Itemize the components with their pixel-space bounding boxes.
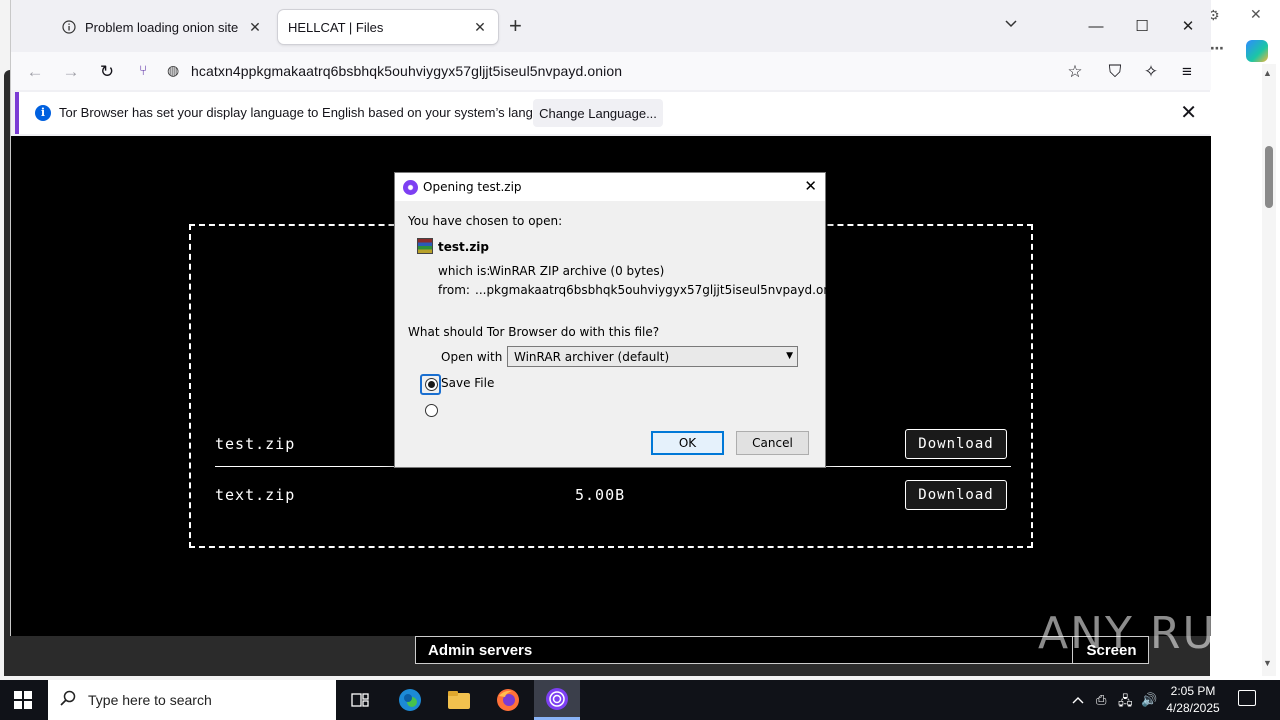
firefox-icon[interactable] bbox=[485, 680, 531, 720]
tab-bar: Problem loading onion site ✕ HELLCAT | F… bbox=[11, 0, 1211, 52]
dialog-close-icon[interactable]: ✕ bbox=[804, 177, 817, 195]
chevron-down-icon[interactable] bbox=[1005, 17, 1017, 31]
open-file-dialog: Opening test.zip ✕ You have chosen to op… bbox=[394, 172, 849, 468]
background-scroll-thumb[interactable] bbox=[1265, 146, 1273, 208]
maximize-icon[interactable]: ☐ bbox=[1119, 12, 1165, 40]
which-is-label: which is: bbox=[438, 264, 491, 278]
dialog-filename: test.zip bbox=[438, 240, 489, 254]
notification-message: Tor Browser has set your display languag… bbox=[59, 105, 566, 120]
info-icon: i bbox=[35, 105, 51, 121]
url-bar[interactable]: ⑂ ◍ hcatxn4ppkgmakaatrq6bsbhqk5ouhviygyx… bbox=[131, 55, 1111, 85]
which-is-value: WinRAR ZIP archive (0 bytes) bbox=[489, 264, 665, 278]
anyrun-watermark: ANY RUN bbox=[1038, 608, 1252, 659]
file-explorer-icon[interactable] bbox=[436, 680, 482, 720]
back-arrow-icon[interactable]: ← bbox=[21, 58, 49, 86]
open-with-app-select[interactable]: WinRAR archiver (default) ▼ bbox=[507, 346, 798, 367]
notification-center-icon[interactable] bbox=[1238, 690, 1256, 706]
file-size: 5.00B bbox=[575, 486, 626, 504]
tab-close-icon[interactable]: ✕ bbox=[247, 19, 263, 36]
tor-browser-taskbar-icon[interactable] bbox=[534, 680, 580, 720]
tab-title: HELLCAT | Files bbox=[288, 19, 384, 35]
cancel-button[interactable]: Cancel bbox=[736, 431, 809, 455]
taskbar: Type here to search ⎙ 🖧 🔊 2:05 PM 4/28/2… bbox=[0, 680, 1280, 720]
network-icon[interactable]: 🖧 bbox=[1118, 692, 1133, 714]
new-identity-broom-icon[interactable]: ✧ bbox=[1137, 58, 1165, 86]
forward-arrow-icon[interactable]: → bbox=[57, 58, 85, 86]
navigation-bar: ← → ↻ ⑂ ◍ hcatxn4ppkgmakaatrq6bsbhqk5ouh… bbox=[11, 52, 1211, 90]
dialog-title: Opening test.zip bbox=[423, 180, 522, 194]
windows-start-icon[interactable] bbox=[14, 691, 32, 709]
ok-button[interactable]: OK bbox=[651, 431, 724, 455]
taskbar-search-box[interactable]: Type here to search bbox=[48, 680, 336, 720]
onion-lock-icon[interactable]: ◍ bbox=[167, 62, 179, 79]
shield-icon[interactable]: ⛉ bbox=[1101, 58, 1129, 86]
reload-icon[interactable]: ↻ bbox=[93, 58, 121, 86]
from-label: from: bbox=[438, 283, 470, 297]
device-icon[interactable]: ⎙ bbox=[1096, 692, 1106, 708]
chevron-down-icon: ▼ bbox=[786, 351, 793, 361]
tab-title: Problem loading onion site bbox=[85, 19, 239, 35]
tor-circuit-icon[interactable]: ⑂ bbox=[139, 62, 147, 78]
url-text[interactable]: hcatxn4ppkgmakaatrq6bsbhqk5ouhviygyx57gl… bbox=[191, 63, 622, 79]
from-value: ...pkgmakaatrq6bsbhqk5ouhviygyx57gljjt5i… bbox=[475, 283, 850, 297]
clock-date: 4/28/2025 bbox=[1166, 701, 1220, 715]
search-placeholder: Type here to search bbox=[88, 692, 212, 708]
window-close-icon[interactable]: ✕ bbox=[1165, 12, 1211, 40]
search-icon bbox=[60, 690, 76, 711]
copilot-icon[interactable] bbox=[1246, 40, 1268, 62]
save-file-label[interactable]: Save File bbox=[441, 376, 494, 390]
dialog-titlebar: Opening test.zip ✕ bbox=[395, 173, 825, 201]
save-file-radio[interactable] bbox=[425, 404, 438, 417]
more-options-icon[interactable]: ⋯ bbox=[1210, 40, 1224, 57]
dialog-body: You have chosen to open: test.zip which … bbox=[395, 201, 849, 467]
dialog-question: What should Tor Browser do with this fil… bbox=[408, 325, 660, 339]
file-row: text.zip 5.00B Download bbox=[215, 480, 1011, 510]
change-language-button[interactable]: Change Language... bbox=[533, 99, 663, 127]
task-view-icon[interactable] bbox=[337, 680, 383, 720]
tor-browser-icon bbox=[403, 180, 418, 195]
tab-hellcat-files[interactable]: HELLCAT | Files ✕ bbox=[278, 10, 498, 44]
open-with-radio[interactable] bbox=[425, 378, 438, 391]
clock-time: 2:05 PM bbox=[1170, 684, 1216, 698]
minimize-icon[interactable]: — bbox=[1073, 12, 1119, 40]
file-name: text.zip bbox=[215, 486, 296, 504]
open-with-label[interactable]: Open with bbox=[441, 350, 502, 364]
download-button[interactable]: Download bbox=[905, 429, 1007, 459]
language-notification-bar: i Tor Browser has set your display langu… bbox=[15, 92, 1211, 134]
volume-icon[interactable]: 🔊 bbox=[1141, 692, 1157, 708]
new-tab-icon[interactable]: + bbox=[509, 14, 522, 38]
chevron-up-icon[interactable] bbox=[1072, 692, 1084, 707]
info-icon bbox=[61, 19, 77, 35]
tab-problem-loading[interactable]: Problem loading onion site ✕ bbox=[51, 10, 273, 44]
download-button[interactable]: Download bbox=[905, 480, 1007, 510]
system-clock[interactable]: 2:05 PM 4/28/2025 bbox=[1158, 683, 1228, 717]
dialog-intro: You have chosen to open: bbox=[408, 214, 563, 228]
file-name: test.zip bbox=[215, 435, 296, 453]
hamburger-menu-icon[interactable]: ≡ bbox=[1173, 58, 1201, 86]
open-with-app-value: WinRAR archiver (default) bbox=[514, 350, 670, 364]
winrar-archive-icon bbox=[417, 238, 433, 254]
tab-close-icon[interactable]: ✕ bbox=[472, 19, 488, 36]
close-icon[interactable]: ✕ bbox=[1250, 6, 1262, 23]
admin-servers-label: Admin servers bbox=[428, 642, 533, 659]
scroll-up-arrow-icon[interactable]: ▲ bbox=[1263, 68, 1272, 78]
edge-browser-icon[interactable] bbox=[387, 680, 433, 720]
notification-close-icon[interactable]: ✕ bbox=[1180, 100, 1197, 125]
scroll-down-arrow-icon[interactable]: ▼ bbox=[1263, 658, 1272, 668]
bookmark-star-icon[interactable]: ☆ bbox=[1061, 58, 1089, 86]
